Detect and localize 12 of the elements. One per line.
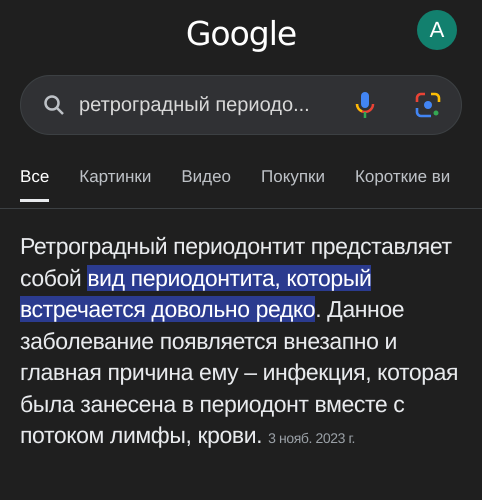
search-tab[interactable]: Картинки — [79, 147, 152, 202]
search-icon — [43, 94, 65, 116]
search-tab[interactable]: Видео — [181, 147, 232, 202]
account-avatar[interactable]: A — [417, 10, 457, 50]
search-field[interactable]: ретроградный периодо... — [79, 94, 341, 116]
google-logo: Google — [186, 14, 296, 53]
search-tab[interactable]: Покупки — [261, 147, 325, 202]
snippet-text: Ретроградный периодонтит представляет собой вид периодонтита, который встречается довольно редко. Данное заболевание появляется внезапно и главная причина ему – инфекция, которая была занесена в периодонт вместе с потоком лимфы, крови. 3 нояб. 2023 г. — [20, 232, 460, 450]
microphone-icon[interactable] — [355, 91, 375, 119]
search-tab[interactable]: Все — [20, 147, 50, 202]
search-tab[interactable]: Короткие ви — [354, 147, 450, 202]
camera-icon[interactable] — [415, 92, 441, 118]
